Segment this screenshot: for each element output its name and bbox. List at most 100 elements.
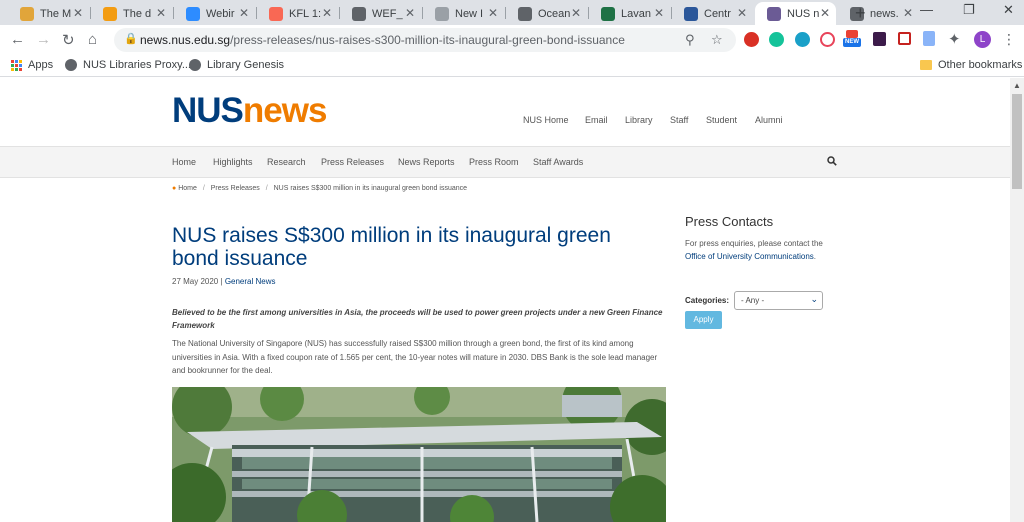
tab-close-icon[interactable]: ✕: [405, 6, 415, 20]
tab-close-icon[interactable]: ✕: [156, 6, 166, 20]
browser-menu-icon[interactable]: ⋮: [1002, 31, 1016, 48]
tab-close-icon[interactable]: ✕: [903, 6, 913, 20]
breadcrumb-press-releases[interactable]: Press Releases: [211, 185, 260, 192]
tab-close-icon[interactable]: ✕: [820, 6, 830, 20]
nav-news-reports[interactable]: News Reports: [398, 157, 455, 167]
tab-favicon-icon: [352, 6, 366, 21]
bookmark-star-icon[interactable]: ☆: [711, 32, 723, 48]
tab-favicon-icon: [767, 6, 781, 21]
back-icon[interactable]: ←: [10, 31, 25, 48]
top-link-alumni[interactable]: Alumni: [755, 115, 783, 125]
extension-doc-icon[interactable]: [923, 31, 935, 46]
tab-close-icon[interactable]: ✕: [239, 6, 249, 20]
apply-button[interactable]: Apply: [685, 311, 722, 329]
nav-press-releases[interactable]: Press Releases: [321, 157, 384, 167]
tab-close-icon[interactable]: ✕: [488, 6, 498, 20]
browser-tab[interactable]: New I ✕: [423, 2, 504, 25]
article-category-link[interactable]: General News: [225, 277, 276, 286]
globe-icon: [65, 59, 77, 71]
grammarly-icon[interactable]: [769, 32, 784, 47]
browser-toolbar: ← → ↻ ⌂ 🔒 news.nus.edu.sg/press-releases…: [0, 25, 1024, 55]
meta-separator: |: [220, 277, 223, 286]
lock-icon: 🔒: [124, 33, 138, 45]
browser-tab-strip: The M ✕ The d ✕ Webir ✕ KFL 1: ✕ WEF_ ✕ New I ✕ Ocea…: [0, 0, 1024, 25]
browser-tab[interactable]: news. ✕: [838, 2, 919, 25]
puzzle-icon[interactable]: ✦: [948, 30, 961, 48]
browser-tab[interactable]: Lavan ✕: [589, 2, 670, 25]
new-tab-button[interactable]: +: [855, 3, 866, 24]
apps-grid-icon: [11, 59, 22, 71]
browser-tab[interactable]: Centr ✕: [672, 2, 753, 25]
page-scrollbar[interactable]: ▲: [1010, 78, 1024, 522]
nav-press-room[interactable]: Press Room: [469, 157, 519, 167]
browser-tab[interactable]: WEF_ ✕: [340, 2, 421, 25]
main-navigation: Home Highlights Research Press Releases …: [0, 146, 1010, 178]
article-meta: 27 May 2020 | General News: [172, 277, 276, 286]
tab-favicon-icon: [435, 6, 449, 21]
nav-highlights[interactable]: Highlights: [213, 157, 253, 167]
bookmark-other-label: Other bookmarks: [938, 59, 1023, 71]
bookmark-libgen[interactable]: Library Genesis: [189, 59, 284, 71]
browser-tab[interactable]: NUS n ✕: [755, 2, 836, 25]
extension-target-icon[interactable]: [820, 32, 835, 47]
top-link-staff[interactable]: Staff: [670, 115, 688, 125]
press-contacts-title: Press Contacts: [685, 214, 774, 229]
tab-close-icon[interactable]: ✕: [654, 6, 664, 20]
nus-news-logo[interactable]: NUSnews: [172, 91, 327, 131]
nav-research[interactable]: Research: [267, 157, 306, 167]
tab-close-icon[interactable]: ✕: [571, 6, 581, 20]
breadcrumb-current: NUS raises S$300 million in its inaugura…: [273, 185, 468, 192]
bookmark-other[interactable]: Other bookmarks: [920, 59, 1022, 71]
office-communications-link[interactable]: Office of University Communications: [685, 252, 814, 261]
breadcrumb: ● Home / Press Releases / NUS raises S$3…: [172, 185, 468, 192]
browser-tab[interactable]: The M ✕: [8, 2, 89, 25]
top-link-student[interactable]: Student: [706, 115, 737, 125]
extension-red-icon[interactable]: [744, 32, 759, 47]
browser-tab[interactable]: KFL 1: ✕: [257, 2, 338, 25]
close-window-button[interactable]: ✕: [1003, 2, 1014, 18]
tab-favicon-icon: [186, 6, 200, 21]
press-contacts-text: For press enquiries, please contact the …: [685, 239, 823, 261]
profile-avatar[interactable]: L: [974, 31, 991, 48]
globe-icon: [189, 59, 201, 71]
chevron-down-icon: ⌄: [810, 294, 818, 304]
breadcrumb-home[interactable]: Home: [178, 185, 197, 192]
extension-teal-icon[interactable]: [795, 32, 810, 47]
forward-icon[interactable]: →: [36, 31, 51, 48]
nav-staff-awards[interactable]: Staff Awards: [533, 157, 583, 167]
tab-close-icon[interactable]: ✕: [737, 6, 747, 20]
web-page: NUSnews NUS Home Email Library Staff Stu…: [0, 78, 1010, 522]
tab-favicon-icon: [518, 6, 532, 21]
home-icon[interactable]: ⌂: [88, 31, 97, 48]
zoom-icon[interactable]: ⚲: [685, 32, 695, 48]
search-icon[interactable]: [827, 156, 837, 166]
article-title: NUS raises S$300 million in its inaugura…: [172, 224, 611, 270]
minimize-button[interactable]: —: [920, 2, 933, 17]
reload-icon[interactable]: ↻: [62, 31, 75, 49]
restore-button[interactable]: ❐: [963, 2, 975, 18]
tab-favicon-icon: [103, 6, 117, 21]
top-link-email[interactable]: Email: [585, 115, 608, 125]
extension-dark-icon[interactable]: [873, 32, 886, 46]
extension-calendar-icon[interactable]: [898, 32, 911, 45]
top-link-nus-home[interactable]: NUS Home: [523, 115, 569, 125]
tab-favicon-icon: [20, 6, 34, 21]
scrollbar-thumb[interactable]: [1012, 94, 1022, 189]
browser-tab[interactable]: The d ✕: [91, 2, 172, 25]
address-bar[interactable]: 🔒 news.nus.edu.sg/press-releases/nus-rai…: [114, 28, 736, 52]
nav-home[interactable]: Home: [172, 157, 196, 167]
tab-close-icon[interactable]: ✕: [73, 6, 83, 20]
url-text[interactable]: news.nus.edu.sg/press-releases/nus-raise…: [140, 33, 625, 47]
top-link-library[interactable]: Library: [625, 115, 653, 125]
bookmark-apps[interactable]: Apps: [11, 59, 53, 71]
tab-favicon-icon: [269, 6, 283, 21]
browser-tab[interactable]: Ocean ✕: [506, 2, 587, 25]
bookmark-nus-proxy[interactable]: NUS Libraries Proxy...: [65, 59, 191, 71]
categories-select[interactable]: - Any - ⌄: [734, 291, 823, 310]
extension-new-icon[interactable]: NEW: [843, 30, 861, 48]
browser-tab[interactable]: Webir ✕: [174, 2, 255, 25]
scroll-up-icon[interactable]: ▲: [1013, 81, 1021, 90]
bookmark-apps-label: Apps: [28, 59, 54, 71]
tab-close-icon[interactable]: ✕: [322, 6, 332, 20]
new-badge: NEW: [843, 38, 861, 47]
